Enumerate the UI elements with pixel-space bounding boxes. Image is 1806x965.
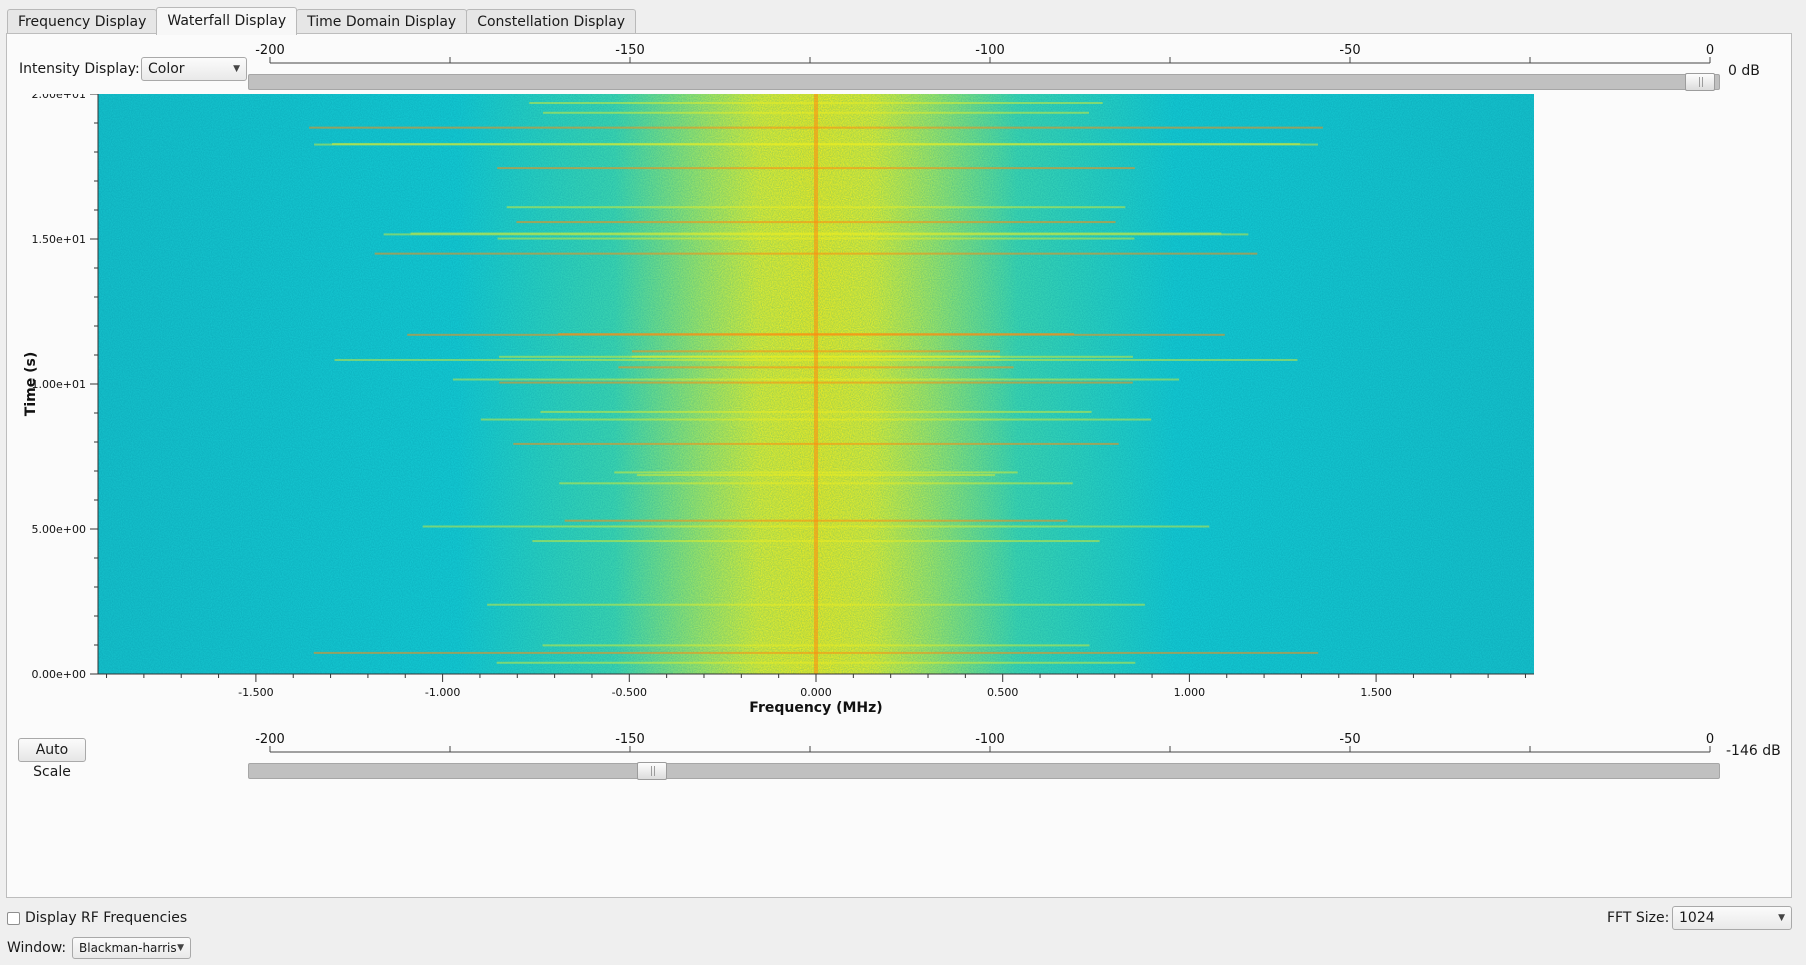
y-tick-label: 1.50e+01 [32,233,86,246]
max-intensity-scale: -200 -150 -100 -50 0 [255,43,1714,64]
fft-size-select[interactable]: 1024 ▼ [1672,906,1792,930]
tab-waterfall-display[interactable]: Waterfall Display [156,7,298,35]
fft-size-label: FFT Size: [1607,910,1670,926]
min-intensity-scale: -200 -150 -100 -50 0 [255,732,1714,753]
x-tick-label: -0.500 [612,686,647,699]
tab-bar: Frequency Display Waterfall Display Time… [7,7,637,35]
intensity-display-label: Intensity Display: [19,61,140,77]
max-scale-tick-label: -150 [615,43,645,58]
min-intensity-slider[interactable] [248,762,1720,780]
y-tick-label: 1.00e+01 [32,378,86,391]
max-scale-tick-label: -200 [255,43,285,58]
y-tick-label: 0.00e+00 [32,668,86,681]
fft-size-value: 1024 [1679,910,1715,926]
display-rf-frequencies-label: Display RF Frequencies [25,910,188,926]
min-scale-tick-label: -50 [1339,732,1360,747]
y-axis-label: Time (s) [23,352,39,416]
tab-constellation-display[interactable]: Constellation Display [466,9,637,34]
tab-time-domain-display[interactable]: Time Domain Display [296,9,468,34]
intensity-display-select[interactable]: Color ▼ [141,57,247,81]
min-scale-tick-label: -200 [255,732,285,747]
chevron-down-icon: ▼ [1778,913,1785,923]
max-scale-tick-label: -100 [975,43,1005,58]
auto-scale-button[interactable]: Auto Scale [18,738,86,780]
intensity-display-value: Color [148,61,185,77]
max-scale-tick-label: 0 [1706,43,1714,58]
waterfall-panel: Intensity Display: Color ▼ -200 -150 -100-… [6,33,1792,898]
y-tick-label: 2.00e+01 [32,94,86,101]
min-intensity-value: -146 dB [1726,743,1781,759]
max-scale-tick-label: -50 [1339,43,1360,58]
x-tick-label: 1.500 [1360,686,1392,699]
min-scale-tick-label: 0 [1706,732,1714,747]
y-tick-label: 5.00e+00 [32,523,86,536]
window-select[interactable]: Blackman-harris ▼ [72,937,191,959]
x-axis-label: Frequency (MHz) [749,700,882,716]
max-intensity-slider[interactable] [248,73,1720,91]
chevron-down-icon: ▼ [233,64,240,74]
window-label: Window: [7,940,67,956]
chevron-down-icon: ▼ [177,943,184,953]
x-tick-label: -1.500 [238,686,273,699]
min-scale-tick-label: -150 [615,732,645,747]
min-intensity-slider-handle[interactable] [637,762,667,780]
x-tick-label: -1.000 [425,686,460,699]
dc-spike-line [814,94,818,674]
max-intensity-slider-handle[interactable] [1685,73,1715,91]
display-rf-frequencies-checkbox[interactable] [7,912,20,925]
x-tick-label: 0.500 [987,686,1019,699]
max-intensity-value: 0 dB [1728,63,1760,79]
min-scale-tick-label: -100 [975,732,1005,747]
tab-frequency-display[interactable]: Frequency Display [7,9,158,34]
x-tick-label: 1.000 [1174,686,1206,699]
window-value: Blackman-harris [79,941,177,955]
x-tick-label: 0.000 [800,686,832,699]
